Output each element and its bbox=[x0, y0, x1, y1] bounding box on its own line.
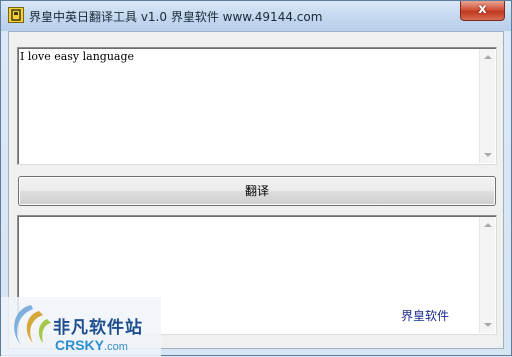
source-text-value: I love easy language bbox=[20, 50, 135, 63]
window-title: 界皇中英日翻译工具 v1.0 界皇软件 www.49144.com bbox=[29, 10, 323, 24]
watermark-logo-icon bbox=[14, 305, 51, 345]
watermark-domain-suffix: .com bbox=[104, 341, 128, 353]
source-text-input[interactable]: I love easy language bbox=[17, 47, 497, 165]
app-window: 界皇中英日翻译工具 v1.0 界皇软件 www.49144.com x I lo… bbox=[0, 0, 512, 357]
title-bar[interactable]: 界皇中英日翻译工具 v1.0 界皇软件 www.49144.com x bbox=[1, 1, 511, 31]
watermark-name-en-text: CRSKY bbox=[55, 337, 105, 353]
brand-label: 界皇软件 bbox=[401, 309, 450, 323]
close-button[interactable]: x bbox=[460, 1, 505, 21]
watermark: 非凡软件站 CRSKY.com bbox=[1, 297, 161, 357]
app-icon[interactable] bbox=[8, 7, 24, 23]
output-scrollbar[interactable] bbox=[479, 217, 495, 333]
scroll-down-icon[interactable] bbox=[484, 323, 492, 327]
scroll-up-icon[interactable] bbox=[484, 55, 492, 59]
source-scrollbar[interactable] bbox=[479, 49, 495, 163]
watermark-name-cn: 非凡软件站 bbox=[53, 318, 143, 338]
scroll-down-icon[interactable] bbox=[484, 153, 492, 157]
close-icon: x bbox=[478, 2, 487, 17]
scroll-up-icon[interactable] bbox=[484, 223, 492, 227]
watermark-name-en: CRSKY.com bbox=[55, 337, 128, 353]
translate-button[interactable]: 翻译 bbox=[18, 176, 496, 206]
